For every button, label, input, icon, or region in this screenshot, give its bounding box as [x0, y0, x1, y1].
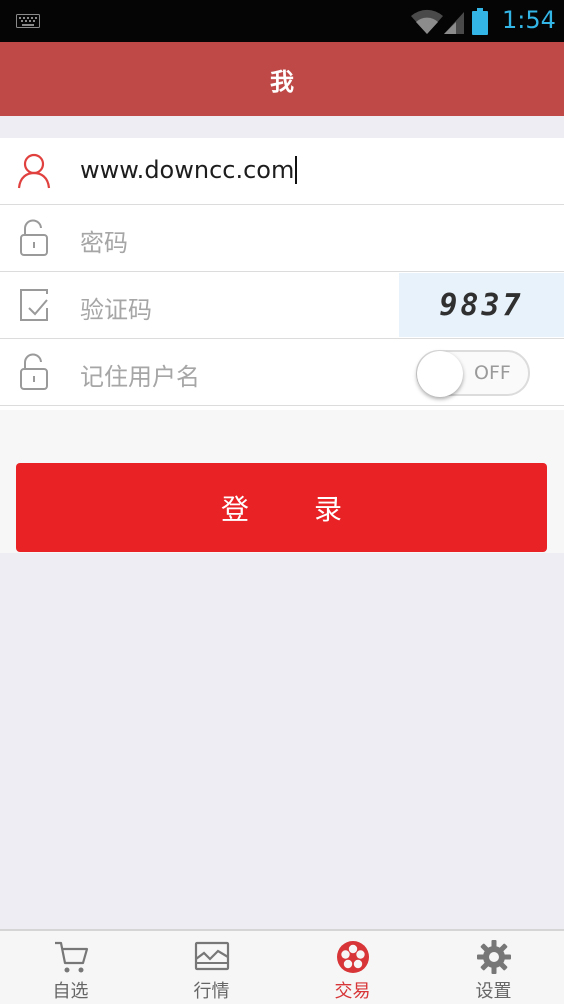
- nav-item-settings[interactable]: 设置: [423, 931, 564, 1004]
- nav-item-watchlist[interactable]: 自选: [0, 931, 141, 1004]
- cell-signal-icon: [444, 12, 464, 34]
- captcha-image[interactable]: 9837: [399, 273, 564, 337]
- nav-item-market[interactable]: 行情: [141, 931, 282, 1004]
- text-cursor: [295, 156, 298, 184]
- header-bar: 我: [0, 42, 564, 116]
- battery-icon: [472, 8, 488, 35]
- username-input[interactable]: www.downcc.com: [80, 156, 298, 184]
- user-icon: [17, 153, 51, 189]
- captcha-field[interactable]: 验证码 9837: [0, 272, 564, 339]
- remember-username-label: 记住用户名: [80, 363, 200, 391]
- password-field[interactable]: 密码: [0, 205, 564, 272]
- captcha-input[interactable]: 验证码: [80, 290, 152, 325]
- login-form: www.downcc.com 密码 验证码 9837 记住用户名 OFF: [0, 138, 564, 410]
- nav-label: 设置: [475, 981, 512, 1002]
- status-clock: 1:54: [502, 6, 556, 34]
- nav-item-trade[interactable]: 交易: [282, 931, 423, 1004]
- nav-label: 行情: [193, 981, 230, 1002]
- nav-label: 自选: [52, 981, 89, 1002]
- verify-checkbox-icon: [20, 289, 48, 321]
- username-field[interactable]: www.downcc.com: [0, 138, 564, 205]
- unlock-icon: [20, 219, 48, 256]
- nav-label: 交易: [334, 981, 371, 1002]
- toggle-knob[interactable]: [417, 351, 463, 397]
- wifi-icon: [411, 9, 443, 35]
- remember-username-toggle[interactable]: OFF: [416, 350, 530, 397]
- status-bar: 1:54: [0, 0, 564, 42]
- captcha-code: 9837: [439, 287, 524, 323]
- page-title: 我: [270, 67, 294, 96]
- bottom-nav: 自选 行情 交易 设置: [0, 929, 564, 1004]
- trade-reel-icon: [337, 941, 369, 973]
- unlock-icon: [20, 353, 48, 390]
- username-value: www.downcc.com: [80, 156, 295, 184]
- remember-username-row: 记住用户名 OFF: [0, 339, 564, 406]
- login-button[interactable]: 登 录: [16, 463, 547, 552]
- cart-icon: [55, 941, 89, 973]
- gear-icon: [477, 940, 511, 974]
- toggle-state-label: OFF: [474, 362, 511, 384]
- keyboard-icon: [16, 14, 40, 28]
- login-button-area: 登 录: [0, 410, 564, 553]
- password-input[interactable]: 密码: [80, 223, 128, 258]
- market-chart-icon: [194, 941, 230, 971]
